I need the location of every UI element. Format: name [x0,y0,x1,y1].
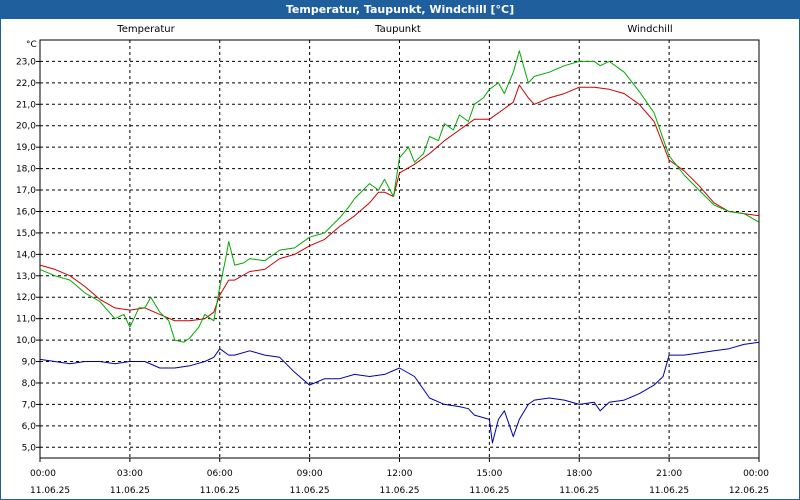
x-tick-time: 18:00 [566,469,592,479]
x-tick-date: 11.06.25 [649,486,689,496]
x-tick-time: 00:00 [30,469,56,479]
y-tick-label: 19,0 [16,143,36,153]
y-tick-label: 13,0 [16,272,36,282]
tick-labels: 5,0 6,0 7,0 8,0 9,0 10,0 11,0 12,0 13,0 14,0 15,0 1… [16,57,769,496]
x-tick-date: 12.06.25 [729,486,769,496]
axes [36,39,760,462]
x-tick-date: 11.06.25 [290,486,330,496]
x-tick-date: 11.06.25 [469,486,509,496]
x-tick-time: 21:00 [656,469,682,479]
y-tick-label: 17,0 [16,186,36,196]
x-tick-date: 11.06.25 [379,486,419,496]
x-tick-date: 11.06.25 [559,486,599,496]
y-tick-label: 8,0 [22,379,37,389]
y-tick-label: 7,0 [22,400,37,410]
y-tick-label: 12,0 [16,293,36,303]
x-tick-time: 09:00 [297,469,323,479]
y-tick-label: 6,0 [22,422,37,432]
x-tick-date: 11.06.25 [30,486,70,496]
y-tick-label: 23,0 [16,57,36,67]
y-tick-label: 11,0 [16,315,36,325]
series-line-taupunkt [39,341,760,444]
x-tick-date: 11.06.25 [110,486,150,496]
y-tick-label: 21,0 [16,100,36,110]
y-tick-label: 5,0 [22,443,37,453]
x-tick-time: 03:00 [117,469,143,479]
y-tick-label: 15,0 [16,229,36,239]
y-tick-label: 20,0 [16,122,36,132]
y-tick-label: 16,0 [16,207,36,217]
x-tick-time: 15:00 [476,469,502,479]
x-tick-time: 00:00 [743,469,769,479]
y-tick-label: 22,0 [16,79,36,89]
x-tick-time: 12:00 [387,469,413,479]
grid-lines [40,40,759,458]
line-chart: °C 5,0 6,0 7,0 8,0 9,0 10,0 11,0 12,0 13,0 14,0 15… [16,39,769,496]
x-tick-time: 06:00 [207,469,233,479]
y-tick-label: 9,0 [22,358,37,368]
y-axis-unit: °C [26,40,37,50]
y-tick-label: 18,0 [16,165,36,175]
x-tick-date: 11.06.25 [200,486,240,496]
y-tick-label: 10,0 [16,336,36,346]
y-tick-label: 14,0 [16,250,36,260]
